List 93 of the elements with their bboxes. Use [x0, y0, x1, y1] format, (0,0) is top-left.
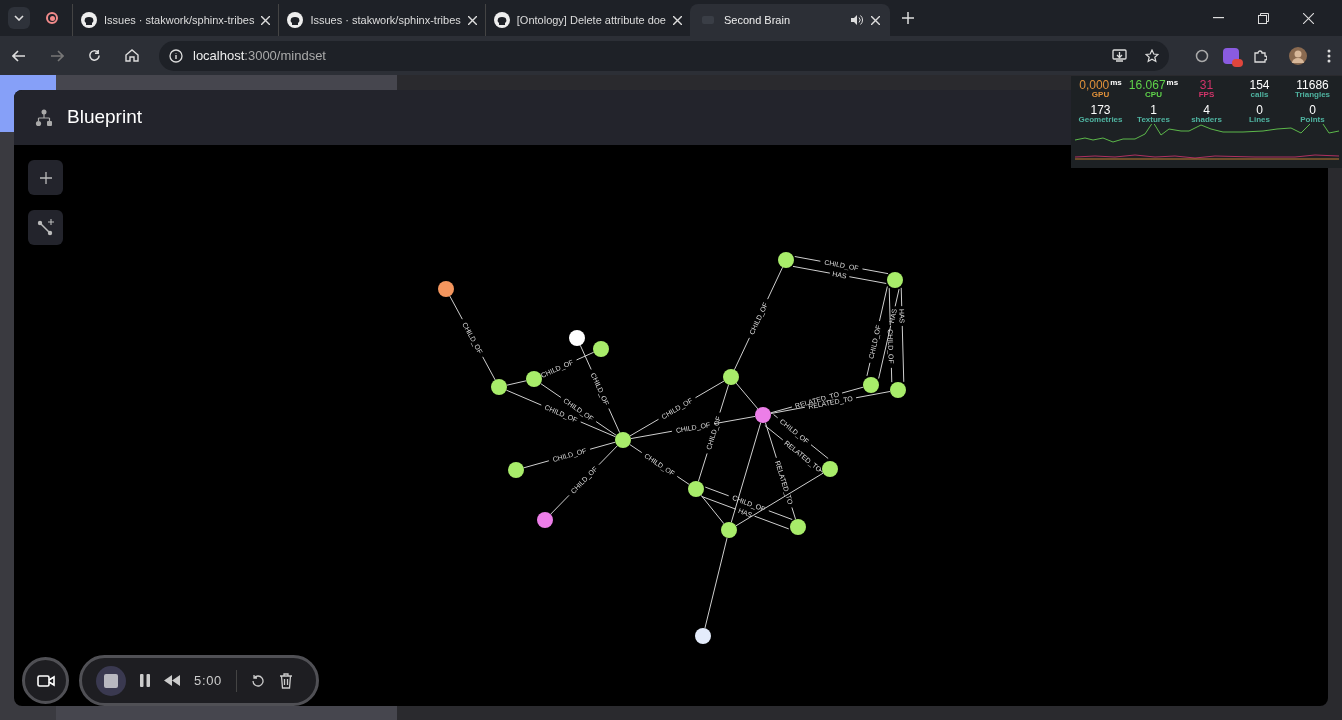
recording-time: 5:00 [194, 671, 222, 690]
graph-node[interactable] [615, 432, 631, 448]
close-icon[interactable] [673, 15, 682, 25]
graph-node[interactable] [688, 481, 704, 497]
graph-node[interactable] [890, 382, 906, 398]
rewind-icon[interactable] [164, 675, 180, 686]
plus-icon [39, 171, 52, 184]
puzzle-icon[interactable] [1253, 48, 1267, 63]
reload-icon[interactable] [88, 49, 101, 62]
hierarchy-icon [35, 108, 53, 127]
video-camera-icon [36, 674, 55, 687]
graph-node[interactable] [790, 519, 806, 535]
graph-node[interactable] [755, 407, 771, 423]
close-icon[interactable] [1303, 12, 1314, 24]
stat-value: 154 [1249, 79, 1270, 91]
stat-value: 31 [1199, 79, 1214, 91]
close-icon[interactable] [261, 15, 271, 25]
tab-title: Issues · stakwork/sphinx-tribes [310, 12, 461, 28]
info-icon [169, 48, 183, 63]
camera-button[interactable] [22, 657, 69, 704]
avatar-icon[interactable] [1289, 46, 1307, 65]
github-logo-icon [287, 12, 304, 28]
github-logo-icon [493, 12, 510, 28]
stat-unit: ms [1166, 79, 1179, 87]
graph-node[interactable] [537, 512, 553, 528]
stat-label: Triangles [1294, 91, 1331, 99]
stat-value: 4 [1203, 104, 1210, 116]
stop-icon [104, 673, 118, 688]
stat-label: calls [1250, 91, 1269, 99]
chevron-down-icon [14, 15, 24, 21]
stat-label: FPS [1198, 91, 1215, 99]
panel-title: Blueprint [67, 105, 142, 130]
stat-value: 11686 [1296, 79, 1329, 91]
stat-label: Geometries [1078, 116, 1123, 124]
graph-node[interactable] [695, 628, 711, 644]
close-icon[interactable] [467, 15, 477, 25]
back-icon[interactable] [12, 49, 26, 62]
graph-edge [629, 443, 690, 486]
stop-button[interactable] [96, 665, 126, 696]
install-icon[interactable] [1112, 49, 1127, 62]
trash-icon[interactable] [278, 672, 293, 689]
new-tab-button[interactable] [902, 12, 914, 24]
tab-search-button[interactable] [8, 7, 30, 29]
stat-value: 0 [1309, 104, 1316, 116]
stat-label: CPU [1145, 91, 1162, 99]
add-node-button[interactable] [28, 160, 63, 195]
pause-icon[interactable] [140, 674, 150, 687]
github-logo-icon [81, 12, 97, 28]
speaker-icon[interactable] [850, 14, 863, 26]
stat-label: GPU [1091, 91, 1110, 99]
menu-icon[interactable] [1327, 48, 1331, 63]
graph-node[interactable] [887, 272, 903, 288]
plus-icon [902, 12, 914, 24]
graph-node[interactable] [438, 281, 454, 297]
stat-value: 0,000 [1079, 79, 1110, 91]
graph-node[interactable] [491, 379, 507, 395]
graph-node[interactable] [778, 252, 794, 268]
graph-node[interactable] [721, 522, 737, 538]
address-bar[interactable]: localhost:3000/mindset [159, 40, 1169, 71]
reset-icon[interactable] [250, 673, 265, 688]
graph-node[interactable] [526, 371, 542, 387]
restore-icon[interactable] [1258, 12, 1269, 24]
connect-nodes-icon [35, 217, 56, 238]
extension-icon[interactable] [1195, 48, 1209, 63]
stat-label: Textures [1137, 116, 1170, 124]
graph-node[interactable] [822, 461, 838, 477]
record-indicator-icon [46, 12, 58, 24]
minimize-icon[interactable] [1213, 17, 1224, 19]
add-edge-button[interactable] [28, 210, 63, 245]
stat-label: Lines [1249, 116, 1270, 124]
close-icon[interactable] [871, 15, 880, 25]
forward-icon[interactable] [50, 49, 64, 62]
graph-node[interactable] [569, 330, 585, 346]
graph-edge [506, 380, 527, 386]
browser-tab[interactable]: Second Brain [690, 4, 890, 36]
tab-title: Issues · stakwork/sphinx-tribes [104, 12, 255, 28]
stat-value: 16.067 [1128, 79, 1166, 91]
stat-value: 1 [1150, 104, 1157, 116]
graph-node[interactable] [508, 462, 524, 478]
stat-value: 173 [1090, 104, 1111, 116]
graph-node[interactable] [723, 369, 739, 385]
graph-edge [735, 382, 759, 410]
star-icon[interactable] [1145, 48, 1159, 63]
url-text: localhost:3000/mindset [193, 46, 326, 65]
stat-label: Points [1300, 116, 1325, 124]
tab-title: Second Brain [724, 12, 792, 28]
tab-title: [Ontology] Delete attribute doe [516, 12, 666, 28]
graph-node[interactable] [593, 341, 609, 357]
graph-node[interactable] [863, 377, 879, 393]
stat-label: shaders [1191, 116, 1222, 124]
home-icon[interactable] [125, 49, 139, 62]
stat-unit: ms [1110, 79, 1122, 87]
stat-value: 0 [1256, 104, 1263, 116]
